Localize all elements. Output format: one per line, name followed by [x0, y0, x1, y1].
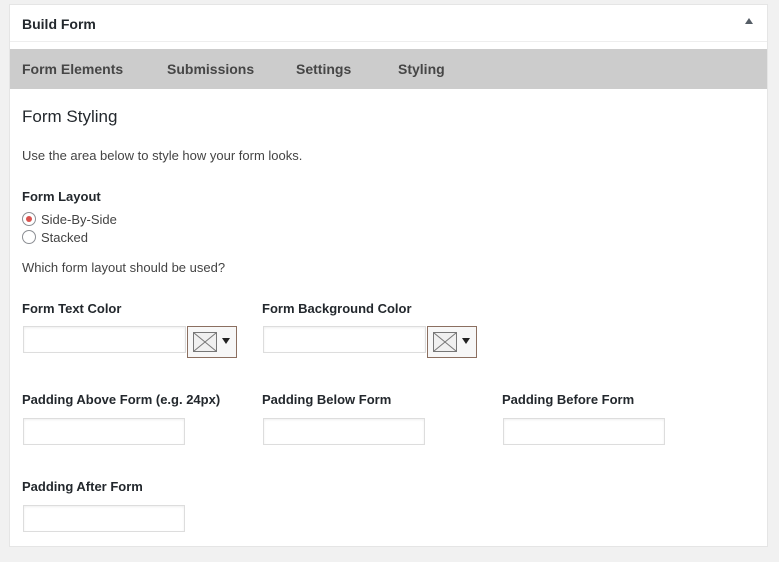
text-color-input[interactable] [23, 326, 186, 353]
layout-option-side-by-side[interactable]: Side-By-Side [22, 210, 117, 228]
padding-after-label: Padding After Form [22, 479, 143, 494]
no-color-icon [193, 332, 217, 352]
no-color-icon [433, 332, 457, 352]
panel-header[interactable]: Build Form [10, 5, 767, 42]
padding-above-label: Padding Above Form (e.g. 24px) [22, 392, 221, 407]
radio-button[interactable] [22, 230, 36, 244]
tab-form-elements[interactable]: Form Elements [22, 49, 123, 89]
padding-below-input[interactable] [263, 418, 425, 445]
padding-before-input[interactable] [503, 418, 665, 445]
tab-bar: Form Elements Submissions Settings Styli… [10, 49, 767, 89]
styling-content: Form Styling Use the area below to style… [22, 89, 755, 546]
caret-down-icon [222, 338, 230, 344]
background-color-input[interactable] [263, 326, 426, 353]
layout-help-text: Which form layout should be used? [22, 260, 226, 275]
tab-submissions[interactable]: Submissions [167, 49, 254, 89]
radio-label: Stacked [41, 229, 88, 245]
layout-option-stacked[interactable]: Stacked [22, 228, 88, 246]
radio-label: Side-By-Side [41, 211, 117, 227]
background-color-picker-button[interactable] [427, 326, 477, 358]
padding-after-input[interactable] [23, 505, 185, 532]
section-description: Use the area below to style how your for… [22, 148, 303, 163]
padding-below-label: Padding Below Form [262, 392, 392, 407]
form-layout-label: Form Layout [22, 189, 101, 204]
background-color-label: Form Background Color [262, 301, 412, 316]
padding-above-input[interactable] [23, 418, 185, 445]
caret-down-icon [462, 338, 470, 344]
radio-button[interactable] [22, 212, 36, 226]
text-color-label: Form Text Color [22, 301, 122, 316]
build-form-panel: Build Form Form Elements Submissions Set… [9, 4, 768, 547]
tab-styling[interactable]: Styling [398, 49, 445, 89]
section-heading: Form Styling [22, 107, 118, 126]
caret-up-icon[interactable] [745, 18, 753, 24]
text-color-picker-button[interactable] [187, 326, 237, 358]
padding-before-label: Padding Before Form [502, 392, 635, 407]
panel-title: Build Form [22, 16, 96, 32]
tab-settings[interactable]: Settings [296, 49, 351, 89]
